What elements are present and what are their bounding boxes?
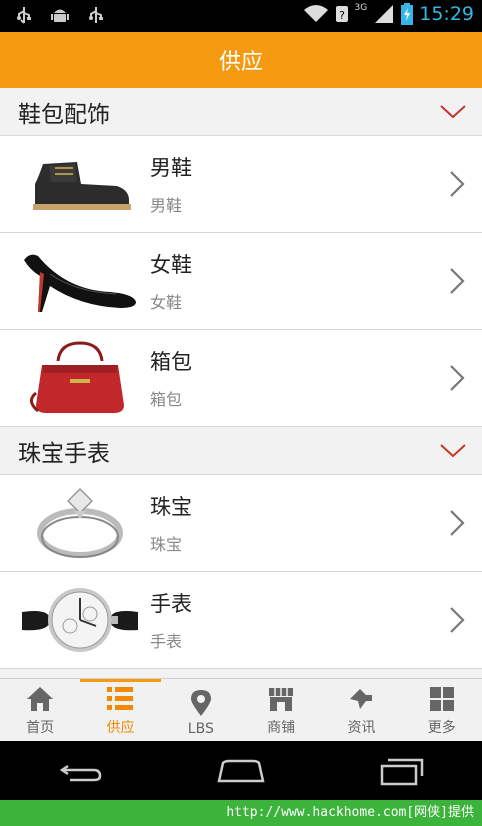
list-item-jewelry[interactable]: 珠宝 珠宝: [0, 475, 482, 572]
signal-icon: [375, 5, 394, 23]
home-button-icon[interactable]: [215, 757, 267, 785]
tab-label: 首页: [26, 720, 55, 736]
notification-icons: [14, 5, 106, 25]
bottom-tab-bar: 首页 供应 LBS 商铺 资讯 更多: [0, 678, 482, 742]
tab-more[interactable]: 更多: [402, 679, 482, 742]
tab-shops[interactable]: 商铺: [241, 679, 321, 742]
chevron-right-icon: [450, 171, 465, 197]
item-subtitle: 女鞋: [150, 293, 183, 312]
list-item-mens-shoes[interactable]: 男鞋 男鞋: [0, 136, 482, 233]
tab-label: LBS: [187, 721, 214, 737]
item-title: 珠宝: [150, 495, 192, 519]
tab-supply[interactable]: 供应: [80, 679, 161, 742]
grid-icon: [429, 687, 454, 711]
network-type: 3G: [354, 3, 368, 13]
item-title: 男鞋: [150, 156, 192, 180]
recent-apps-icon[interactable]: [378, 756, 426, 786]
handbag-image: [14, 338, 146, 418]
section-header-shoes-bags[interactable]: 鞋包配饰: [0, 88, 482, 136]
status-bar: ? 3G 15:29: [0, 0, 482, 32]
tab-home[interactable]: 首页: [0, 679, 80, 742]
wifi-icon: [303, 5, 328, 22]
item-subtitle: 男鞋: [150, 196, 183, 215]
section-title: 鞋包配饰: [18, 101, 110, 128]
page-title: 供应: [218, 50, 263, 75]
tab-label: 商铺: [267, 720, 296, 736]
chevron-right-icon: [450, 365, 465, 391]
item-title: 手表: [150, 592, 192, 616]
womens-heel-image: [14, 241, 146, 321]
chevron-right-icon: [450, 510, 465, 536]
chevron-right-icon: [450, 268, 465, 294]
app-bar: 供应: [0, 32, 482, 88]
item-subtitle: 珠宝: [150, 535, 183, 554]
home-icon: [27, 687, 54, 711]
battery-icon: [401, 3, 414, 25]
item-subtitle: 手表: [150, 632, 183, 651]
back-icon[interactable]: [56, 756, 104, 786]
device-frame: ? 3G 15:29 供应 鞋包配饰 男鞋 男鞋 女鞋 女鞋 箱包 箱包 珠宝手…: [0, 0, 482, 826]
sim-unknown-icon: ?: [335, 6, 348, 22]
tab-label: 更多: [427, 720, 456, 736]
tab-lbs[interactable]: LBS: [161, 679, 241, 742]
section-header-jewelry-watches[interactable]: 珠宝手表: [0, 427, 482, 475]
android-debug-icon: [50, 5, 70, 25]
tab-label: 供应: [106, 720, 135, 736]
location-pin-icon: [190, 690, 211, 716]
wristwatch-image: [14, 580, 146, 660]
list-item-bags[interactable]: 箱包 箱包: [0, 330, 482, 427]
mens-boot-image: [14, 144, 146, 224]
category-list[interactable]: 鞋包配饰 男鞋 男鞋 女鞋 女鞋 箱包 箱包 珠宝手表 珠宝 珠宝 手表 手表: [0, 88, 482, 678]
item-subtitle: 箱包: [150, 390, 183, 409]
diamond-ring-image: [14, 483, 146, 563]
usb-icon-2: [86, 5, 106, 25]
chevron-right-icon: [450, 607, 465, 633]
tab-label: 资讯: [347, 720, 376, 736]
list-item-watches[interactable]: 手表 手表: [0, 572, 482, 669]
system-nav-bar: [0, 741, 482, 800]
item-title: 箱包: [150, 350, 192, 374]
phone-screen: ? 3G 15:29 供应 鞋包配饰 男鞋 男鞋 女鞋 女鞋 箱包 箱包 珠宝手…: [0, 0, 482, 800]
shop-icon: [269, 688, 294, 711]
chevron-down-icon: [440, 443, 466, 457]
chevron-down-icon: [440, 104, 466, 118]
item-title: 女鞋: [150, 253, 192, 277]
news-icon: [350, 689, 373, 709]
list-item-womens-shoes[interactable]: 女鞋 女鞋: [0, 233, 482, 330]
usb-icon: [14, 5, 34, 25]
system-status: ? 3G 15:29: [303, 3, 474, 25]
tab-news[interactable]: 资讯: [321, 679, 401, 742]
svg-text:?: ?: [339, 9, 345, 22]
section-title: 珠宝手表: [18, 440, 110, 467]
list-icon: [107, 687, 134, 710]
clock: 15:29: [419, 3, 474, 25]
watermark: http://www.hackhome.com[网侠]提供: [0, 800, 482, 826]
